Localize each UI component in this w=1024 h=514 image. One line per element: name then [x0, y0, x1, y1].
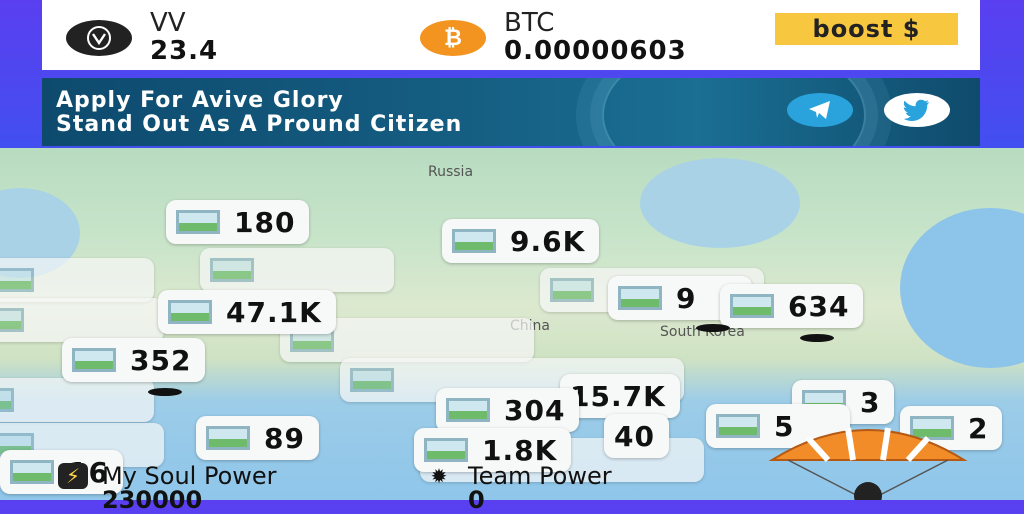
map-node[interactable]: 40 [604, 414, 669, 458]
map-node[interactable]: 352 [62, 338, 206, 382]
node-value: 634 [788, 289, 850, 323]
map-node-ghost [0, 378, 154, 422]
node-value: 9.6K [510, 224, 586, 258]
team-gear-icon: ✹ [430, 464, 448, 488]
vv-value: 23.4 [150, 36, 219, 66]
node-thumbnail-icon [424, 438, 468, 462]
vv-balance[interactable]: VV 23.4 [66, 10, 218, 66]
node-thumbnail-icon [452, 229, 496, 253]
node-thumbnail-icon [0, 388, 14, 412]
node-value: 3 [860, 385, 881, 419]
node-thumbnail-icon [176, 210, 220, 234]
node-value: 47.1K [226, 295, 322, 329]
wallet-bar: VV 23.4 ₿ BTC 0.00000603 boost $ [42, 0, 980, 70]
map-node[interactable]: 304 [436, 388, 580, 432]
map-node-ghost [200, 248, 394, 292]
sea-region [900, 208, 1024, 368]
node-thumbnail-icon [72, 348, 116, 372]
btc-balance[interactable]: ₿ BTC 0.00000603 [420, 10, 687, 66]
node-pin-shadow [800, 334, 834, 342]
twitter-icon[interactable] [884, 93, 950, 127]
node-value: 2 [968, 411, 989, 445]
node-pin-shadow [696, 324, 730, 332]
node-thumbnail-icon [350, 368, 394, 392]
node-thumbnail-icon [618, 286, 662, 310]
node-thumbnail-icon [550, 278, 594, 302]
soul-power[interactable]: ⚡ My Soul Power 230000 [58, 462, 277, 514]
node-pin-shadow [148, 388, 182, 396]
bitcoin-icon: ₿ [420, 20, 486, 56]
node-thumbnail-icon [446, 398, 490, 422]
node-thumbnail-icon [0, 268, 34, 292]
node-value: 15.7K [570, 379, 666, 413]
map-node-ghost [0, 298, 164, 342]
btc-label: BTC [504, 8, 555, 38]
map-label-russia: Russia [428, 164, 474, 180]
boost-button[interactable]: boost $ [775, 13, 958, 45]
node-value: 40 [614, 419, 655, 453]
telegram-icon[interactable] [787, 93, 853, 127]
map-node[interactable]: 89 [196, 416, 319, 460]
node-thumbnail-icon [730, 294, 774, 318]
btc-value: 0.00000603 [504, 36, 687, 66]
node-value: 180 [234, 205, 296, 239]
node-thumbnail-icon [10, 460, 54, 484]
team-power[interactable]: ✹ Team Power 0 [424, 462, 612, 514]
team-power-value: 0 [468, 486, 485, 514]
node-thumbnail-icon [206, 426, 250, 450]
node-thumbnail-icon [716, 414, 760, 438]
lightning-icon: ⚡ [58, 463, 88, 489]
vv-logo-icon [66, 20, 132, 56]
map-node[interactable]: 634 [720, 284, 864, 328]
node-value: 9 [676, 281, 697, 315]
node-value: 89 [264, 421, 305, 455]
banner-line-2: Stand Out As A Pround Citizen [56, 112, 463, 137]
map-node[interactable]: 9.6K [442, 219, 600, 263]
airdrop-parachute-icon[interactable] [768, 420, 968, 510]
vv-label: VV [150, 8, 186, 38]
map-node[interactable]: 47.1K [158, 290, 336, 334]
glory-banner[interactable]: Apply For Avive Glory Stand Out As A Pro… [42, 78, 980, 146]
team-power-label: Team Power [468, 462, 612, 490]
sea-region [640, 158, 800, 248]
node-thumbnail-icon [0, 308, 24, 332]
node-thumbnail-icon [210, 258, 254, 282]
node-value: 304 [504, 393, 566, 427]
soul-power-value: 230000 [102, 486, 203, 514]
map-node-ghost [0, 258, 154, 302]
map-node[interactable]: 180 [166, 200, 310, 244]
node-thumbnail-icon [168, 300, 212, 324]
banner-line-1: Apply For Avive Glory [56, 88, 344, 113]
node-value: 352 [130, 343, 192, 377]
